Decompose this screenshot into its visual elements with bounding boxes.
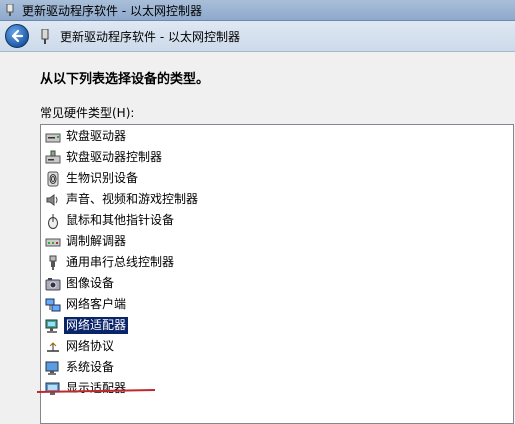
list-item-usb[interactable]: 通用串行总线控制器	[45, 253, 176, 272]
device-icon	[41, 29, 49, 44]
list-item-display-adapter[interactable]: 显示适配器	[45, 379, 128, 398]
floppy-drive-icon	[45, 133, 61, 142]
floppy-controller-icon	[45, 150, 61, 163]
usb-icon	[49, 255, 57, 270]
list-item-biometric[interactable]: 生物识别设备	[45, 169, 140, 188]
list-item-system-device[interactable]: 系统设备	[45, 358, 116, 377]
list-item-imaging[interactable]: 图像设备	[45, 274, 116, 293]
list-item-sound[interactable]: 声音、视频和游戏控制器	[45, 190, 200, 209]
back-button[interactable]	[5, 24, 29, 48]
mouse-icon	[48, 213, 58, 229]
list-item-mouse[interactable]: 鼠标和其他指针设备	[45, 211, 176, 230]
network-protocol-icon	[47, 341, 59, 352]
back-arrow-icon	[11, 29, 24, 43]
system-device-icon	[45, 361, 59, 375]
list-item-modem[interactable]: 调制解调器	[45, 232, 128, 251]
modem-icon	[45, 238, 61, 246]
list-item-network-client[interactable]: 网络客户端	[45, 295, 128, 314]
list-item-floppy-drive[interactable]: 软盘驱动器	[45, 127, 128, 146]
camera-icon	[45, 277, 61, 290]
wizard-content: 从以下列表选择设备的类型。 常见硬件类型(H): 软盘驱动器 软盘驱动器控制器	[0, 52, 515, 424]
hardware-type-list[interactable]: 软盘驱动器 软盘驱动器控制器 生物识别设备 声音、视频和游戏控制器 鼠标和其他指…	[40, 124, 514, 424]
instruction-heading: 从以下列表选择设备的类型。	[40, 72, 210, 87]
hardware-type-label: 常见硬件类型(H):	[40, 106, 135, 120]
speaker-icon	[46, 193, 58, 206]
list-item-network-adapter[interactable]: 网络适配器	[45, 316, 129, 335]
window-titlebar: 更新驱动程序软件 - 以太网控制器	[0, 0, 515, 21]
display-adapter-icon	[45, 382, 60, 395]
network-adapter-icon	[45, 319, 58, 333]
window-title: 更新驱动程序软件 - 以太网控制器	[22, 4, 202, 18]
navigation-bar: 更新驱动程序软件 - 以太网控制器	[0, 21, 515, 52]
device-icon	[6, 4, 14, 16]
page-title: 更新驱动程序软件 - 以太网控制器	[60, 30, 240, 44]
network-client-icon	[45, 298, 61, 311]
list-item-network-protocol[interactable]: 网络协议	[45, 337, 116, 356]
biometric-icon	[47, 171, 59, 186]
list-item-floppy-controller[interactable]: 软盘驱动器控制器	[45, 148, 164, 167]
